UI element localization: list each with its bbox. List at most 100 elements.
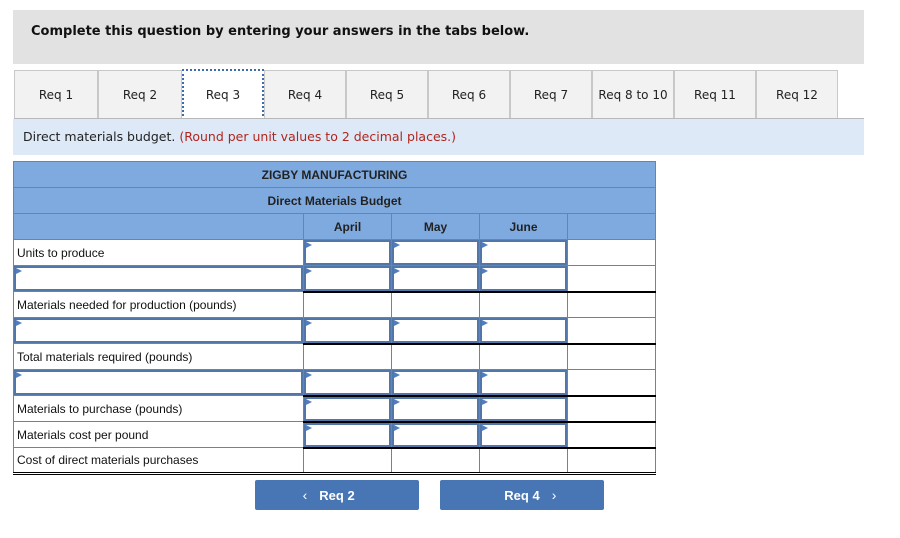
cell-april [303, 291, 392, 318]
cell-extra [567, 343, 656, 370]
tab-req-6[interactable]: Req 6 [428, 70, 510, 119]
column-header-may: May [391, 213, 480, 240]
value-input-june[interactable] [480, 422, 567, 447]
title-row: Direct Materials Budget [13, 187, 656, 214]
cell-april[interactable] [303, 421, 392, 449]
budget-row [13, 317, 656, 345]
cell-april [303, 343, 392, 370]
tab-req-5[interactable]: Req 5 [346, 70, 428, 119]
row-label: Total materials required (pounds) [13, 343, 304, 370]
value-input-april[interactable] [304, 240, 391, 265]
row-label-input[interactable] [13, 317, 304, 344]
requirement-tabs: Req 1 Req 2 Req 3 Req 4 Req 5 Req 6 Req … [14, 69, 864, 120]
cell-extra [567, 395, 656, 423]
instructions-bar: Complete this question by entering your … [13, 10, 864, 64]
subtitle-bar: Direct materials budget. (Round per unit… [13, 119, 864, 155]
cell-april[interactable] [303, 369, 392, 397]
header-extra-blank [567, 213, 656, 240]
value-input-may[interactable] [392, 318, 479, 343]
value-input-may[interactable] [392, 422, 479, 447]
cell-june [479, 447, 568, 475]
direct-materials-budget-table: ZIGBY MANUFACTURING Direct Materials Bud… [13, 161, 656, 475]
value-input-april[interactable] [304, 318, 391, 343]
cell-may[interactable] [391, 265, 480, 293]
column-header-row: April May June [13, 213, 656, 240]
tab-req-1[interactable]: Req 1 [14, 70, 98, 119]
label-dropdown-input[interactable] [14, 318, 303, 343]
cell-june[interactable] [479, 395, 568, 423]
value-input-april[interactable] [304, 396, 391, 421]
row-label: Materials cost per pound [13, 421, 304, 448]
cell-may[interactable] [391, 395, 480, 423]
budget-row: Cost of direct materials purchases [13, 447, 656, 475]
cell-april [303, 447, 392, 475]
cell-june [479, 343, 568, 370]
tab-req-3[interactable]: Req 3 [182, 69, 264, 120]
budget-row: Materials cost per pound [13, 421, 656, 449]
cell-extra [567, 421, 656, 449]
tab-req-2[interactable]: Req 2 [98, 70, 182, 119]
value-input-april[interactable] [304, 370, 391, 395]
budget-row [13, 369, 656, 397]
value-input-may[interactable] [392, 266, 479, 291]
tab-req-4[interactable]: Req 4 [264, 70, 346, 119]
value-input-may[interactable] [392, 370, 479, 395]
value-input-april[interactable] [304, 422, 391, 447]
cell-may[interactable] [391, 421, 480, 449]
tab-req-8-to-10[interactable]: Req 8 to 10 [592, 70, 674, 119]
next-req-label: Req 4 [504, 487, 540, 503]
row-label: Materials needed for production (pounds) [13, 291, 304, 318]
cell-april[interactable] [303, 239, 392, 266]
row-label: Cost of direct materials purchases [13, 447, 304, 475]
company-name: ZIGBY MANUFACTURING [13, 161, 656, 188]
rounding-note: (Round per unit values to 2 decimal plac… [179, 129, 456, 144]
instructions-text: Complete this question by entering your … [31, 24, 530, 39]
budget-row: Total materials required (pounds) [13, 343, 656, 370]
cell-june[interactable] [479, 239, 568, 266]
cell-may[interactable] [391, 317, 480, 345]
label-dropdown-input[interactable] [14, 370, 303, 395]
cell-june[interactable] [479, 369, 568, 397]
column-header-april: April [303, 213, 392, 240]
prev-req-label: Req 2 [319, 487, 355, 503]
value-input-june[interactable] [480, 318, 567, 343]
cell-extra [567, 447, 656, 475]
budget-row: Units to produce [13, 239, 656, 266]
cell-extra [567, 291, 656, 318]
tab-req-7[interactable]: Req 7 [510, 70, 592, 119]
cell-june[interactable] [479, 317, 568, 345]
tab-req-12[interactable]: Req 12 [756, 70, 838, 119]
header-blank [13, 213, 304, 240]
prev-req-button[interactable]: ‹ Req 2 › [255, 480, 419, 510]
row-label: Units to produce [13, 239, 304, 266]
value-input-may[interactable] [392, 396, 479, 421]
cell-april[interactable] [303, 395, 392, 423]
row-label-input[interactable] [13, 369, 304, 396]
value-input-june[interactable] [480, 240, 567, 265]
next-req-button[interactable]: ‹ Req 4 › [440, 480, 604, 510]
label-dropdown-input[interactable] [14, 266, 303, 291]
row-label-input[interactable] [13, 265, 304, 292]
tab-req-11[interactable]: Req 11 [674, 70, 756, 119]
cell-april[interactable] [303, 265, 392, 293]
cell-extra [567, 265, 656, 293]
value-input-june[interactable] [480, 266, 567, 291]
budget-title: Direct Materials Budget [13, 187, 656, 214]
cell-extra [567, 317, 656, 345]
company-row: ZIGBY MANUFACTURING [13, 161, 656, 188]
column-header-june: June [479, 213, 568, 240]
value-input-june[interactable] [480, 370, 567, 395]
cell-april[interactable] [303, 317, 392, 345]
cell-extra [567, 369, 656, 397]
value-input-april[interactable] [304, 266, 391, 291]
cell-may[interactable] [391, 369, 480, 397]
cell-june[interactable] [479, 265, 568, 293]
value-input-may[interactable] [392, 240, 479, 265]
subtitle-text: Direct materials budget. (Round per unit… [23, 129, 456, 144]
chevron-right-icon: › [551, 487, 557, 503]
cell-june [479, 291, 568, 318]
cell-june[interactable] [479, 421, 568, 449]
cell-may[interactable] [391, 239, 480, 266]
budget-row [13, 265, 656, 293]
value-input-june[interactable] [480, 396, 567, 421]
